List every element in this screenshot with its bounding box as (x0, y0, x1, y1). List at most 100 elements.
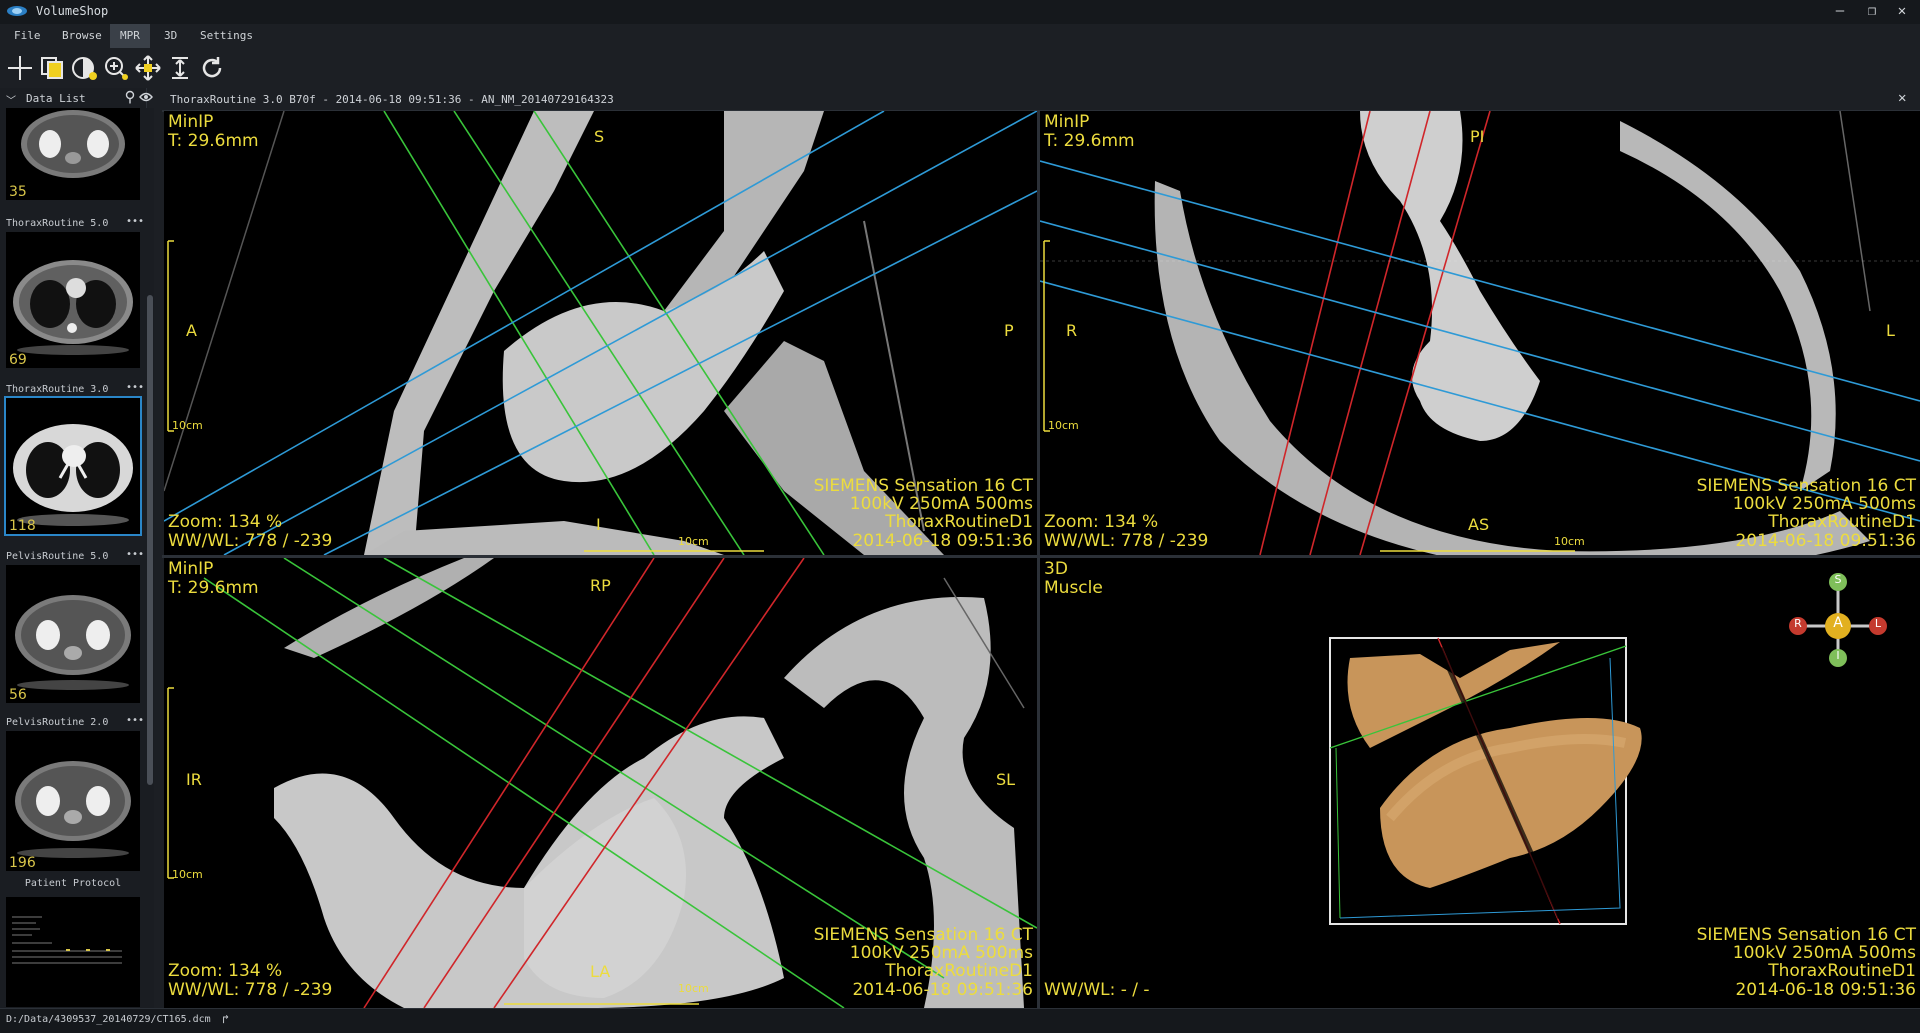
slab-thickness: T: 29.6mm (1044, 131, 1135, 151)
zoom-level: Zoom: 134 % (1044, 512, 1159, 532)
render-mode: MinIP (168, 112, 214, 132)
orientation-bottom: AS (1468, 515, 1490, 534)
patient-protocol-title: Patient Protocol (24, 878, 122, 889)
vertical-scale-label: 10cm (1048, 419, 1079, 432)
series-menu-button[interactable]: ••• (126, 549, 144, 560)
menu-mpr[interactable]: MPR (110, 24, 150, 48)
contrast-icon[interactable] (68, 52, 100, 84)
horizontal-scale-label: 10cm (678, 535, 709, 548)
horizontal-scale-label: 10cm (678, 982, 709, 995)
open-path-icon[interactable]: ↱ (222, 1012, 229, 1026)
orientation-bottom: LA (590, 962, 611, 981)
reset-icon[interactable] (196, 52, 228, 84)
ct-thumbnail-image (15, 761, 131, 858)
cube-label-l: L (1874, 617, 1882, 630)
layers-icon[interactable] (36, 52, 68, 84)
pin-icon[interactable] (124, 90, 136, 104)
study-datetime: 2014-06-18 09:51:36 (852, 531, 1033, 551)
cube-label-s: S (1834, 573, 1842, 586)
orientation-right: L (1886, 321, 1895, 340)
study-datetime: 2014-06-18 09:51:36 (1735, 531, 1916, 551)
eye-icon[interactable] (139, 91, 153, 103)
orientation-left: R (1066, 321, 1078, 340)
vertical-scale-label: 10cm (172, 868, 203, 881)
window-level: WW/WL: 778 / -239 (1044, 531, 1209, 551)
zoom-level: Zoom: 134 % (168, 961, 283, 981)
series-thumbnail-2[interactable]: 118 (4, 396, 142, 536)
orientation-right: SL (996, 770, 1016, 789)
pan-icon[interactable] (132, 52, 164, 84)
series-label: PelvisRoutine 2.0 (6, 717, 109, 728)
orientation-top: RP (590, 576, 611, 595)
patient-protocol-thumbnail[interactable] (6, 897, 140, 1007)
series-thumbnail-4[interactable]: 196 (6, 731, 140, 871)
data-list-scrollbar-thumb[interactable] (147, 295, 153, 785)
series-thumbnail-3[interactable]: 56 (6, 565, 140, 703)
orientation-left: A (186, 321, 197, 340)
horizontal-scale-label: 10cm (1554, 535, 1585, 548)
render-mode: MinIP (1044, 112, 1090, 132)
vertical-scale-bar (1043, 240, 1050, 432)
orientation-top: PI (1470, 127, 1485, 146)
cube-label-i: I (1836, 649, 1840, 662)
slice-scroll-icon[interactable] (164, 52, 196, 84)
series-thumbnail-1[interactable]: 69 (6, 232, 140, 368)
study-datetime: 2014-06-18 09:51:36 (1735, 980, 1916, 1000)
toolbar (0, 48, 1920, 88)
ct-thumbnail-image (13, 260, 133, 355)
render-mode: MinIP (168, 559, 214, 579)
protocol-name: ThoraxRoutineD1 (1768, 961, 1916, 981)
render-mode: 3D (1044, 559, 1068, 579)
axial-viewport[interactable]: MinIP T: 29.6mm PI AS R L 10cm 10cm Zoom… (1040, 111, 1920, 555)
series-menu-button[interactable]: ••• (126, 715, 144, 726)
series-label: PelvisRoutine 5.0 (6, 551, 109, 562)
orientation-left: IR (186, 770, 202, 789)
protocol-name: ThoraxRoutineD1 (885, 512, 1033, 532)
slab-thickness: T: 29.6mm (168, 131, 259, 151)
current-file-path: D:/Data/4309537_20140729/CT165.dcm (6, 1014, 211, 1025)
menu-bar (0, 24, 1920, 49)
ct-thumbnail-image (13, 424, 133, 526)
study-datetime: 2014-06-18 09:51:36 (852, 980, 1033, 1000)
coronal-viewport[interactable]: MinIP T: 29.6mm RP LA IR SL 10cm 10cm Zo… (164, 558, 1037, 1008)
series-count: 196 (9, 855, 36, 871)
status-bar (0, 1008, 1920, 1033)
menu-3d[interactable]: 3D (154, 24, 187, 48)
app-logo-icon (7, 6, 27, 16)
series-menu-button[interactable]: ••• (126, 216, 144, 227)
series-thumbnail-0[interactable]: 35 (6, 108, 140, 200)
viewer-close-button[interactable]: ✕ (1898, 90, 1906, 106)
title-bar (0, 0, 1920, 24)
protocol-name: ThoraxRoutineD1 (1768, 512, 1916, 532)
render-preset: Muscle (1044, 578, 1103, 598)
protocol-document-image (12, 916, 122, 964)
menu-file[interactable]: File (4, 24, 51, 48)
data-list-title: Data List (26, 92, 86, 105)
cube-label-r: R (1794, 617, 1802, 630)
series-menu-button[interactable]: ••• (126, 382, 144, 393)
zoom-icon[interactable] (100, 52, 132, 84)
orientation-right: P (1004, 321, 1014, 340)
series-count: 56 (9, 687, 27, 703)
menu-browse[interactable]: Browse (52, 24, 112, 48)
slab-thickness: T: 29.6mm (168, 578, 259, 598)
orientation-top: S (594, 127, 605, 146)
series-label: ThoraxRoutine 3.0 (6, 384, 109, 395)
protocol-name: ThoraxRoutineD1 (885, 961, 1033, 981)
sagittal-viewport[interactable]: MinIP T: 29.6mm S I A P 10cm 10cm Zoom: … (164, 111, 1037, 555)
menu-settings[interactable]: Settings (190, 24, 263, 48)
window-level: WW/WL: - / - (1044, 980, 1150, 1000)
orientation-bottom: I (596, 515, 601, 534)
vertical-scale-bar (167, 687, 174, 879)
window-level: WW/WL: 778 / -239 (168, 980, 333, 1000)
viewer-title: ThoraxRoutine 3.0 B70f - 2014-06-18 09:5… (170, 93, 614, 106)
chevron-down-icon[interactable]: ﹀ (6, 92, 16, 107)
window-level: WW/WL: 778 / -239 (168, 531, 333, 551)
close-button[interactable]: ✕ (1882, 0, 1920, 24)
series-count: 118 (9, 518, 36, 534)
app-title: VolumeShop (36, 4, 109, 18)
vertical-scale-label: 10cm (172, 419, 203, 432)
volume-3d-viewport[interactable]: 3D Muscle S I R L A WW/WL: - / - SIEMENS… (1040, 558, 1920, 1008)
series-count: 35 (9, 184, 27, 200)
crosshair-icon[interactable] (4, 52, 36, 84)
